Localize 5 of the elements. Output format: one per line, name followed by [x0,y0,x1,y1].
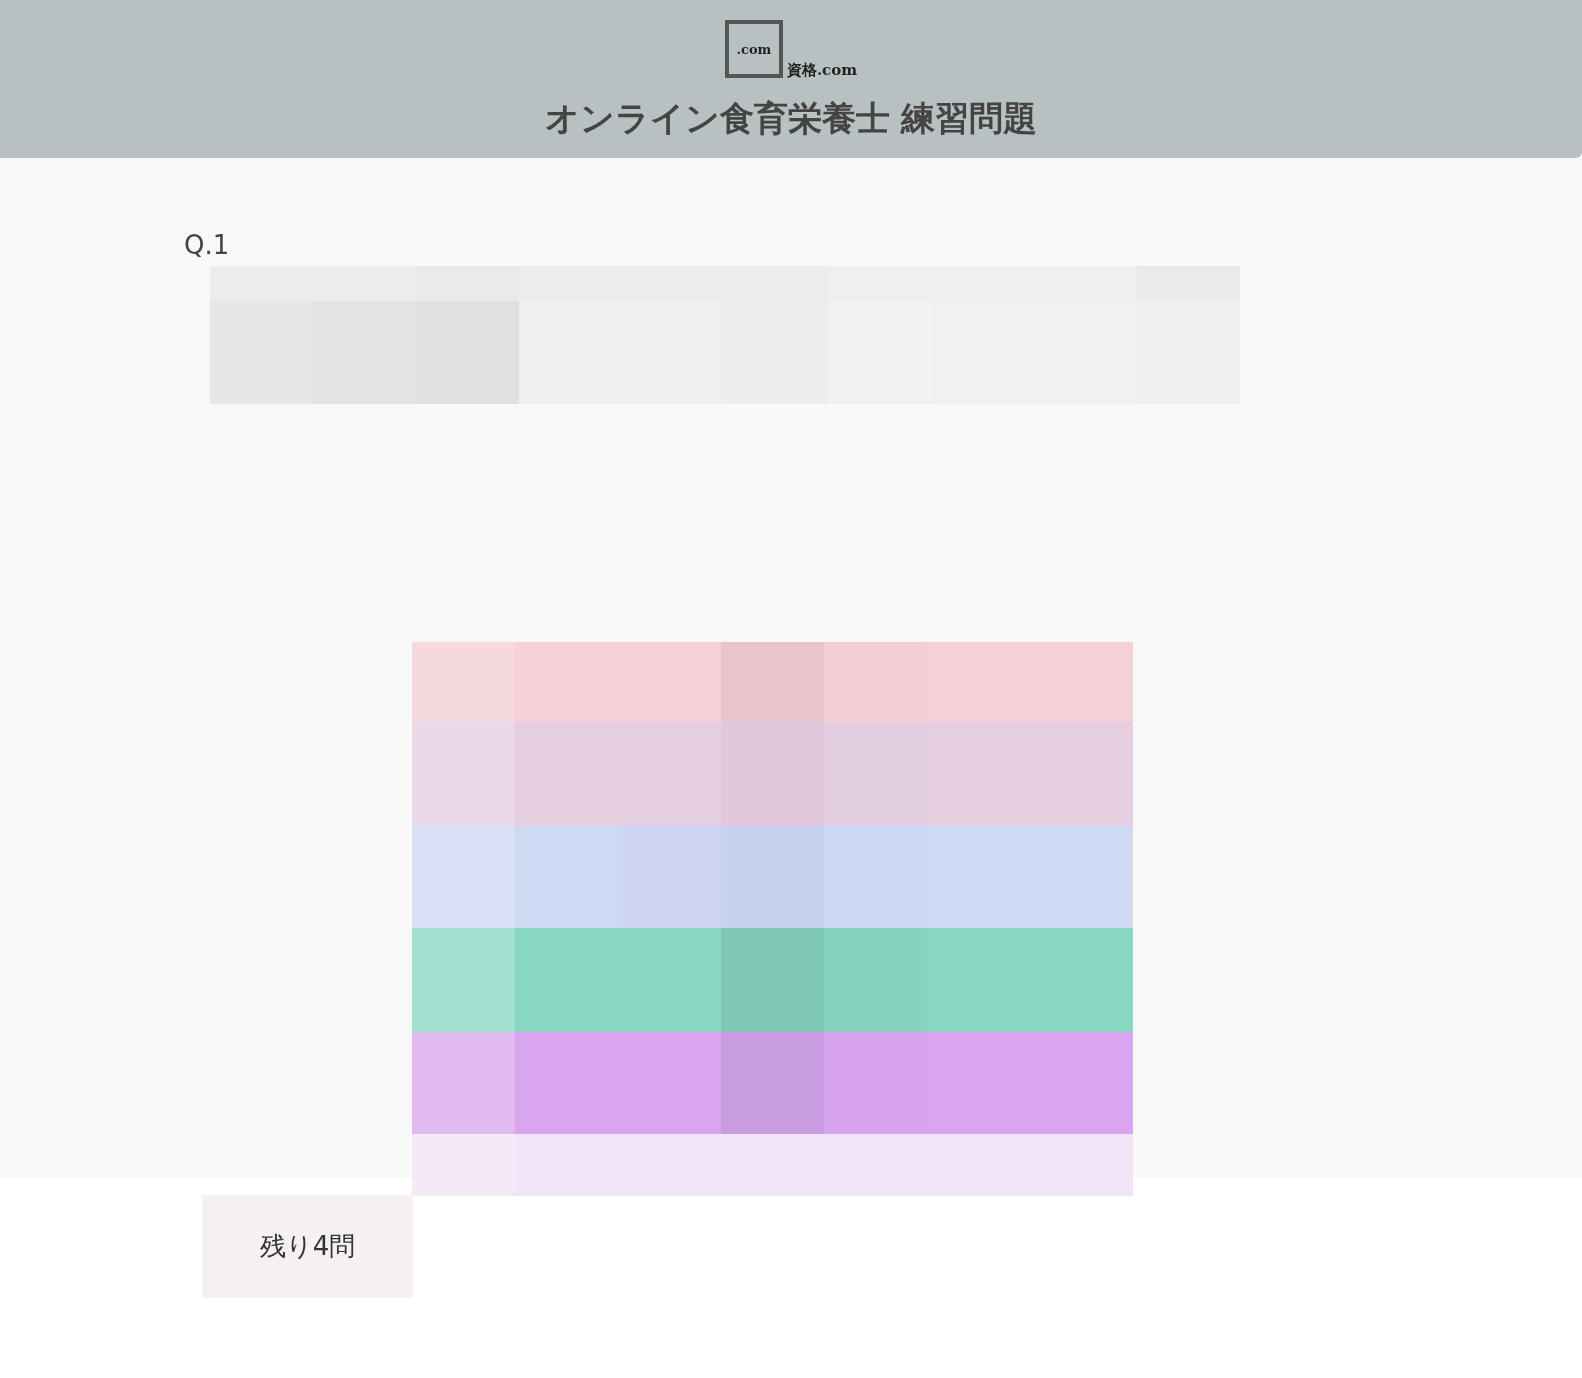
logo-mark: .com [724,20,783,78]
logo-text: 資格.com [786,61,858,80]
question-number: Q.1 [184,229,231,262]
remaining-count: 残り4問 [202,1195,413,1298]
page-title: オンライン食育栄養士 練習問題 [544,100,1038,138]
